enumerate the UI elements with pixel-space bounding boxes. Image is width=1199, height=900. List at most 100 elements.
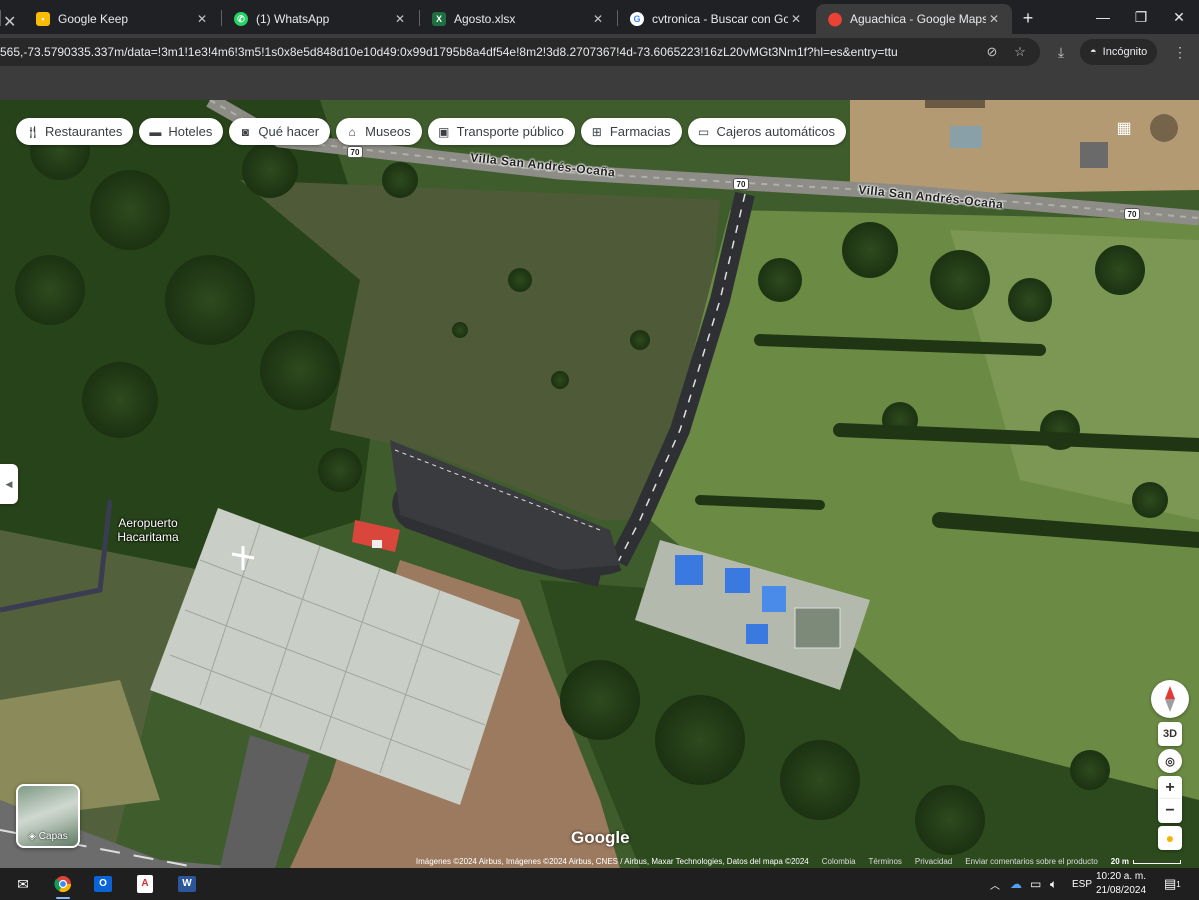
- chip-hoteles[interactable]: ▬ Hoteles: [139, 118, 224, 145]
- close-icon[interactable]: ✕: [788, 11, 804, 27]
- country-link[interactable]: Colombia: [822, 857, 856, 866]
- address-bar[interactable]: 565,-73.5790335.337m/data=!3m1!1e3!4m6!3…: [0, 38, 1040, 66]
- scale-bar[interactable]: 20 m: [1111, 857, 1181, 866]
- road-shield: 70: [1124, 208, 1140, 220]
- clock-date: 21/08/2024: [1095, 885, 1147, 896]
- tab-whatsapp[interactable]: ✆ (1) WhatsApp ✕: [222, 4, 418, 34]
- fork-knife-icon: 🍴︎: [25, 124, 41, 139]
- incognito-button[interactable]: ◓ Incógnito: [1080, 39, 1158, 65]
- airport-label[interactable]: Aeropuerto Hacaritama: [100, 516, 196, 544]
- chevron-up-icon[interactable]: ︿: [990, 868, 1000, 900]
- download-icon[interactable]: ⤓: [1053, 44, 1069, 60]
- incognito-icon: ◓: [1090, 46, 1097, 58]
- tab-google-search[interactable]: G cvtronica - Buscar con Google ✕: [618, 4, 814, 34]
- tab-title: (1) WhatsApp: [256, 12, 330, 26]
- chevron-left-icon: ◀: [5, 478, 13, 489]
- language-indicator[interactable]: ESP: [1072, 868, 1092, 900]
- chip-label: Qué hacer: [258, 124, 320, 139]
- browser-toolbar: 565,-73.5790335.337m/data=!3m1!1e3!4m6!3…: [0, 34, 1199, 70]
- chip-museos[interactable]: ⌂ Museos: [336, 118, 422, 145]
- chip-label: Transporte público: [456, 124, 564, 139]
- star-icon[interactable]: ☆: [1012, 44, 1028, 60]
- compass-button[interactable]: [1151, 680, 1189, 718]
- menu-icon[interactable]: ⋮: [1172, 44, 1188, 60]
- avatar[interactable]: [1150, 114, 1178, 142]
- road-shield: 70: [733, 178, 749, 190]
- mail-icon[interactable]: ✉: [8, 872, 38, 896]
- atm-icon: ▭: [697, 124, 710, 139]
- 3d-button[interactable]: 3D: [1158, 722, 1182, 746]
- tab-excel[interactable]: X Agosto.xlsx ✕: [420, 4, 616, 34]
- outlook-icon[interactable]: O: [88, 872, 118, 896]
- category-chips: 🍴︎ Restaurantes ▬ Hoteles ◙ Qué hacer ⌂ Muse…: [16, 118, 847, 145]
- bed-icon: ▬: [149, 124, 162, 139]
- imagery-credits: Imágenes ©2024 Airbus, Imágenes ©2024 Ai…: [415, 857, 809, 866]
- terms-link[interactable]: Términos: [869, 857, 902, 866]
- close-window-button[interactable]: ✕: [1160, 0, 1198, 34]
- clock[interactable]: 10:20 a. m. 21/08/2024: [1094, 870, 1148, 898]
- camera-icon: ◙: [241, 124, 250, 139]
- notification-count: 1: [1176, 879, 1181, 889]
- chrome-icon[interactable]: [48, 872, 78, 899]
- new-tab-button[interactable]: +: [1016, 6, 1040, 30]
- collapse-panel-button[interactable]: ◀: [0, 464, 18, 504]
- chip-transporte-publico[interactable]: ▣ Transporte público: [427, 118, 575, 145]
- onedrive-icon[interactable]: ☁: [1010, 868, 1022, 900]
- pharmacy-icon: ⊞: [591, 124, 602, 139]
- tab-google-keep[interactable]: ▪ Google Keep ✕: [24, 4, 220, 34]
- keep-icon: ▪: [36, 12, 50, 26]
- eye-off-icon[interactable]: ⊘: [984, 44, 1000, 60]
- tab-title: Google Keep: [58, 12, 129, 26]
- windows-taskbar: ✉ O A W ︿ ☁ ▭ 🔈︎ ESP 10:20 a. m. 21/08/2…: [0, 868, 1199, 900]
- google-logo: Google: [571, 828, 630, 847]
- layers-label: Capas: [38, 831, 68, 842]
- excel-icon: X: [432, 12, 446, 26]
- word-icon[interactable]: W: [172, 872, 202, 896]
- google-icon: G: [630, 12, 644, 26]
- scale-label: 20 m: [1110, 857, 1129, 866]
- close-icon[interactable]: ✕: [194, 11, 210, 27]
- tab-title: cvtronica - Buscar con Google: [652, 12, 788, 26]
- close-icon[interactable]: ✕: [986, 11, 1002, 27]
- close-icon[interactable]: ✕: [392, 11, 408, 27]
- restore-button[interactable]: ❐: [1122, 0, 1160, 34]
- chip-farmacias[interactable]: ⊞ Farmacias: [580, 118, 682, 145]
- satellite-map[interactable]: 🍴︎ Restaurantes ▬ Hoteles ◙ Qué hacer ⌂ Muse…: [0, 100, 1199, 868]
- tab-title: Agosto.xlsx: [454, 12, 516, 26]
- pdf-reader-icon[interactable]: A: [130, 872, 160, 896]
- tab-title: Aguachica - Google Maps: [850, 12, 986, 26]
- minimize-button[interactable]: —: [1084, 0, 1122, 34]
- privacy-link[interactable]: Privacidad: [915, 857, 952, 866]
- maps-icon: ⬤: [827, 11, 843, 26]
- tab-separator: [0, 10, 1, 26]
- close-icon[interactable]: ✕: [590, 11, 606, 27]
- bus-icon: ▣: [437, 124, 450, 139]
- bookmark-bar: [0, 70, 1199, 100]
- zoom-in-button[interactable]: +: [1158, 776, 1182, 800]
- incognito-label: Incógnito: [1102, 46, 1148, 58]
- notification-icon[interactable]: ▤ 1: [1164, 868, 1181, 900]
- chip-label: Farmacias: [609, 124, 671, 139]
- chip-cajeros[interactable]: ▭ Cajeros automáticos: [687, 118, 847, 145]
- chip-que-hacer[interactable]: ◙ Qué hacer: [229, 118, 331, 145]
- network-icon[interactable]: ▭: [1030, 868, 1041, 900]
- my-location-icon[interactable]: ◎: [1158, 749, 1182, 773]
- tab-google-maps[interactable]: ⬤ Aguachica - Google Maps ✕: [816, 4, 1012, 34]
- road-shield: 70: [347, 146, 363, 158]
- chip-label: Restaurantes: [45, 124, 123, 139]
- close-icon[interactable]: ✕: [3, 12, 16, 32]
- layers-icon: ◈: [28, 831, 36, 842]
- volume-icon[interactable]: 🔈︎: [1050, 868, 1057, 900]
- layers-button[interactable]: ◈ Capas: [16, 784, 80, 848]
- url-text: 565,-73.5790335.337m/data=!3m1!1e3!4m6!3…: [0, 45, 898, 59]
- compass-icon: [1165, 686, 1175, 712]
- satellite-imagery: [0, 100, 1199, 868]
- chip-label: Cajeros automáticos: [716, 124, 836, 139]
- zoom-out-button[interactable]: −: [1158, 799, 1182, 823]
- feedback-link[interactable]: Enviar comentarios sobre el producto: [965, 857, 1098, 866]
- apps-grid-icon[interactable]: ▦: [1112, 116, 1136, 140]
- street-view-pegman-icon[interactable]: ●: [1158, 826, 1182, 850]
- museum-icon: ⌂: [348, 124, 356, 139]
- chip-restaurantes[interactable]: 🍴︎ Restaurantes: [16, 118, 134, 145]
- scale-line: [1133, 859, 1181, 864]
